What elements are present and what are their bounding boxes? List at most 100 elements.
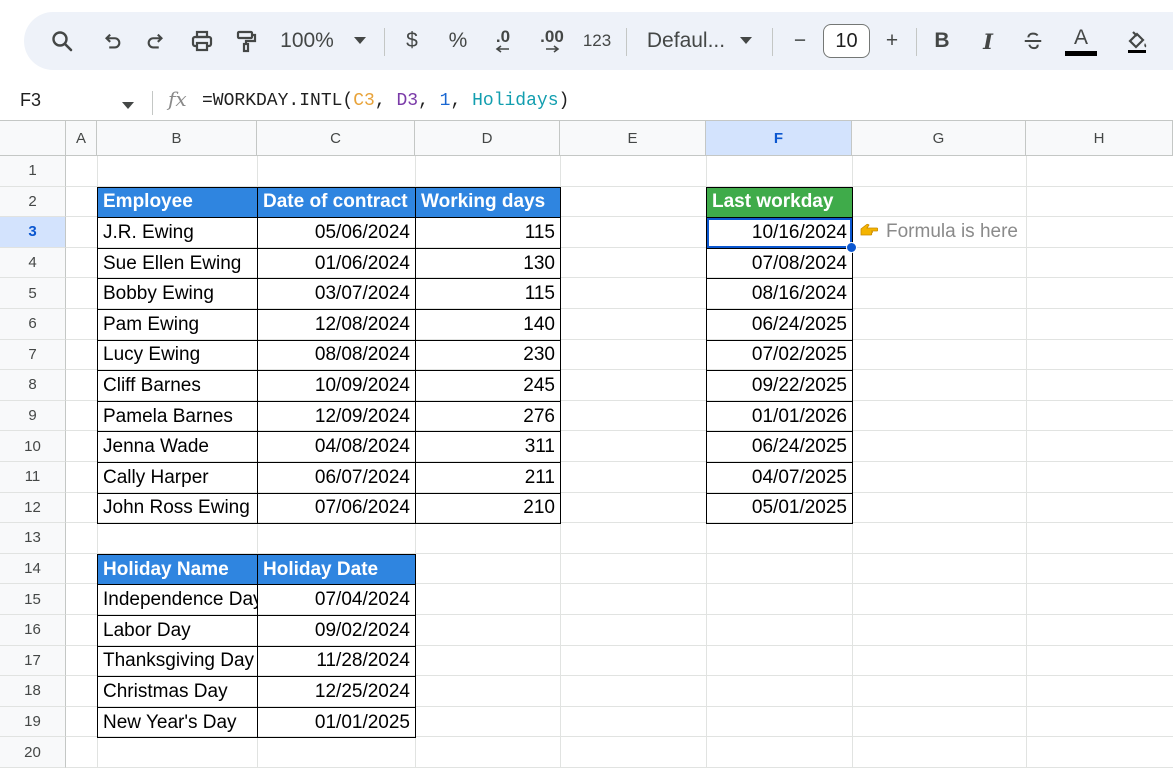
row-header-17[interactable]: 17 <box>0 645 66 677</box>
increase-font-size-button[interactable]: + <box>880 12 904 70</box>
contract-date-cell[interactable]: 01/06/2024 <box>257 247 416 280</box>
percent-format-button[interactable]: % <box>444 12 472 70</box>
working-days-cell[interactable]: 311 <box>415 431 561 463</box>
undo-icon[interactable] <box>96 12 128 70</box>
row-header-4[interactable]: 4 <box>0 247 66 279</box>
decrease-font-size-button[interactable]: − <box>788 12 812 70</box>
holiday-date-cell[interactable]: 09/02/2024 <box>257 615 416 647</box>
column-header-g[interactable]: G <box>852 120 1026 156</box>
last-workday-cell[interactable]: 07/08/2024 <box>706 247 853 280</box>
paint-format-icon[interactable] <box>230 12 262 70</box>
employee-name-cell[interactable]: Cliff Barnes <box>97 370 258 402</box>
working-days-cell[interactable]: 245 <box>415 370 561 402</box>
row-header-7[interactable]: 7 <box>0 339 66 371</box>
holiday-date-cell[interactable]: 11/28/2024 <box>257 645 416 678</box>
holiday-date-cell[interactable]: 07/04/2024 <box>257 584 416 616</box>
last-workday-cell[interactable]: 06/24/2025 <box>706 309 853 341</box>
working-days-cell[interactable]: 140 <box>415 309 561 341</box>
column-header-d[interactable]: D <box>415 120 560 156</box>
row-header-9[interactable]: 9 <box>0 400 66 432</box>
last-workday-cell[interactable]: 01/01/2026 <box>706 400 853 433</box>
holiday-date-cell[interactable]: 12/25/2024 <box>257 676 416 708</box>
column-header-c[interactable]: C <box>257 120 415 156</box>
row-header-8[interactable]: 8 <box>0 370 66 401</box>
contract-date-cell[interactable]: 04/08/2024 <box>257 431 416 463</box>
row-header-3[interactable]: 3 <box>0 217 66 248</box>
contract-date-cell[interactable]: 05/06/2024 <box>257 217 416 249</box>
holiday-name-cell[interactable]: Labor Day <box>97 615 258 647</box>
last-workday-cell[interactable]: 07/02/2025 <box>706 339 853 372</box>
employee-name-cell[interactable]: John Ross Ewing <box>97 492 258 525</box>
contract-date-cell[interactable]: 12/09/2024 <box>257 400 416 433</box>
italic-button[interactable]: I <box>976 12 1000 70</box>
column-header-h[interactable]: H <box>1026 120 1173 156</box>
strikethrough-icon[interactable] <box>1018 12 1048 70</box>
working-days-cell[interactable]: 115 <box>415 278 561 310</box>
row-header-15[interactable]: 15 <box>0 584 66 615</box>
employee-name-cell[interactable]: Pamela Barnes <box>97 400 258 433</box>
contract-date-cell[interactable]: 03/07/2024 <box>257 278 416 310</box>
spreadsheet-grid[interactable]: A B C D E F G H 1 2 3 4 5 6 7 8 9 10 11 12 13 14 15 16 17 18 19 20 E… <box>0 120 1173 768</box>
contract-date-cell[interactable]: 12/08/2024 <box>257 309 416 341</box>
zoom-dropdown-icon[interactable] <box>350 12 370 70</box>
employee-name-cell[interactable]: Pam Ewing <box>97 309 258 341</box>
search-menus-icon[interactable] <box>46 12 78 70</box>
working-days-cell[interactable]: 130 <box>415 247 561 280</box>
row-header-11[interactable]: 11 <box>0 462 66 493</box>
fill-color-icon[interactable] <box>1122 12 1152 70</box>
employee-name-cell[interactable]: Cally Harper <box>97 462 258 494</box>
zoom-select[interactable]: 100% <box>276 12 338 70</box>
column-header-a[interactable]: A <box>66 120 97 156</box>
row-header-19[interactable]: 19 <box>0 706 66 738</box>
bold-button[interactable]: B <box>930 12 954 70</box>
formula-input[interactable]: =WORKDAY.INTL(C3, D3, 1, Holidays) <box>202 91 569 111</box>
holiday-name-cell[interactable]: Christmas Day <box>97 676 258 708</box>
row-header-16[interactable]: 16 <box>0 615 66 646</box>
contract-date-cell[interactable]: 06/07/2024 <box>257 462 416 494</box>
contract-date-cell[interactable]: 07/06/2024 <box>257 492 416 525</box>
contract-date-cell[interactable]: 10/09/2024 <box>257 370 416 402</box>
selected-cell-f3[interactable] <box>707 218 852 248</box>
name-box-dropdown-icon[interactable] <box>122 97 134 115</box>
contract-date-cell[interactable]: 08/08/2024 <box>257 339 416 372</box>
redo-icon[interactable] <box>140 12 172 70</box>
working-days-cell[interactable]: 210 <box>415 492 561 525</box>
select-all-corner[interactable] <box>0 120 66 156</box>
last-workday-cell[interactable]: 09/22/2025 <box>706 370 853 402</box>
working-days-cell[interactable]: 211 <box>415 462 561 494</box>
holiday-name-cell[interactable]: Independence Day <box>97 584 258 616</box>
row-header-14[interactable]: 14 <box>0 553 66 585</box>
last-workday-cell[interactable]: 08/16/2024 <box>706 278 853 310</box>
last-workday-cell[interactable]: 04/07/2025 <box>706 462 853 494</box>
holiday-name-cell[interactable]: New Year's Day <box>97 706 258 739</box>
working-days-cell[interactable]: 230 <box>415 339 561 372</box>
row-header-6[interactable]: 6 <box>0 309 66 340</box>
row-header-1[interactable]: 1 <box>0 156 66 187</box>
row-header-18[interactable]: 18 <box>0 676 66 707</box>
text-color-button[interactable]: A <box>1064 12 1098 70</box>
row-header-13[interactable]: 13 <box>0 523 66 554</box>
print-icon[interactable] <box>186 12 218 70</box>
fill-handle[interactable] <box>846 241 857 253</box>
decrease-decimal-button[interactable]: .0 <box>486 12 520 70</box>
font-size-input[interactable]: 10 <box>823 24 870 58</box>
column-header-f[interactable]: F <box>706 120 852 156</box>
working-days-cell[interactable]: 115 <box>415 217 561 249</box>
employee-name-cell[interactable]: Jenna Wade <box>97 431 258 463</box>
employee-name-cell[interactable]: Sue Ellen Ewing <box>97 247 258 280</box>
row-header-12[interactable]: 12 <box>0 492 66 524</box>
font-family-select[interactable]: Defaul... <box>644 12 728 70</box>
employee-name-cell[interactable]: Bobby Ewing <box>97 278 258 310</box>
holiday-date-cell[interactable]: 01/01/2025 <box>257 706 416 739</box>
more-formats-button[interactable]: 123 <box>580 12 614 70</box>
row-header-2[interactable]: 2 <box>0 186 66 218</box>
last-workday-cell[interactable]: 06/24/2025 <box>706 431 853 463</box>
name-box[interactable]: F3 <box>20 90 41 111</box>
increase-decimal-button[interactable]: .00 <box>532 12 572 70</box>
employee-name-cell[interactable]: Lucy Ewing <box>97 339 258 372</box>
employee-name-cell[interactable]: J.R. Ewing <box>97 217 258 249</box>
row-header-20[interactable]: 20 <box>0 737 66 768</box>
column-header-b[interactable]: B <box>97 120 257 156</box>
last-workday-cell[interactable]: 05/01/2025 <box>706 492 853 525</box>
row-header-10[interactable]: 10 <box>0 431 66 462</box>
